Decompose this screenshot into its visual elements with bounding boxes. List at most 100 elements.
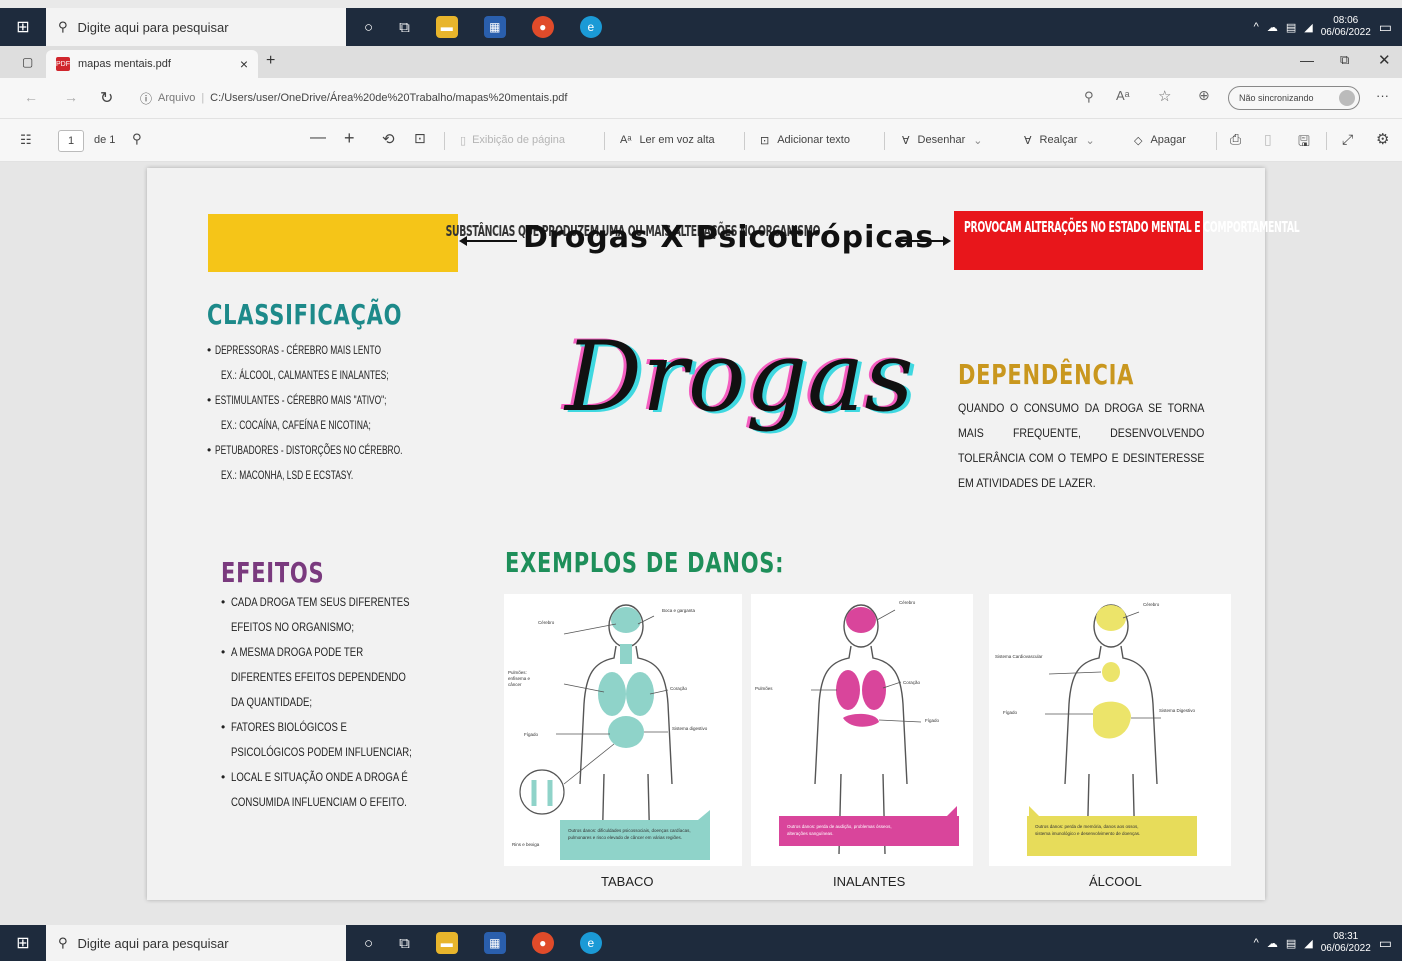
- url-prefix: Arquivo: [158, 92, 196, 104]
- arrow-left-icon: [459, 236, 517, 246]
- dependencia-title: DEPENDÊNCIA: [958, 358, 1135, 391]
- avatar: [1339, 90, 1355, 106]
- network-icon[interactable]: ▤: [1286, 21, 1296, 34]
- task-view-icon[interactable]: ⧉: [399, 935, 410, 952]
- add-text-button[interactable]: ⊡ Adicionar texto: [760, 134, 850, 147]
- cloud-icon[interactable]: ☁: [1267, 21, 1278, 34]
- svg-text:Outros danos: perda de memória: Outros danos: perda de memória, danos ao…: [1035, 824, 1139, 829]
- windows-start-icon[interactable]: ⊞: [0, 925, 46, 961]
- file-explorer-icon[interactable]: ▬: [435, 932, 458, 954]
- add-text-label: Adicionar texto: [777, 134, 850, 146]
- file-explorer-icon[interactable]: ▬: [435, 16, 458, 38]
- clock-time: 08:06: [1333, 15, 1359, 26]
- tab-bar: ▢ PDF mapas mentais.pdf × + — ⧉ ✕: [0, 46, 1402, 78]
- svg-text:alterações sanguíneas.: alterações sanguíneas.: [787, 831, 834, 836]
- page-view-label: Exibição de página: [472, 134, 566, 146]
- refresh-icon[interactable]: ↻: [100, 88, 113, 108]
- highlight-icon: ∀: [1024, 135, 1032, 147]
- store-icon[interactable]: ▦: [483, 932, 506, 954]
- svg-text:Pulmões:: Pulmões:: [508, 670, 527, 675]
- chrome-icon[interactable]: ●: [531, 932, 554, 954]
- draw-button[interactable]: ∀ Desenhar ⌄: [902, 134, 982, 147]
- taskbar-search-input[interactable]: ⚲ Digite aqui para pesquisar: [46, 8, 346, 46]
- address-bar: ← → ↻ ⓘ Arquivo | C:/Users/user/OneDrive…: [0, 78, 1402, 118]
- tab-mapas-mentais[interactable]: PDF mapas mentais.pdf ×: [46, 50, 258, 78]
- volume-icon[interactable]: ◢: [1304, 21, 1312, 34]
- zoom-in-button[interactable]: +: [344, 128, 355, 149]
- profile-label: Não sincronizando: [1239, 93, 1314, 103]
- save-icon[interactable]: 🖫: [1298, 131, 1310, 155]
- contents-icon[interactable]: ☷: [20, 132, 32, 148]
- svg-text:Fígado: Fígado: [1003, 710, 1018, 715]
- pdf-viewer[interactable]: SUBSTÂNCIAS QUE PRODUZEM UMA OU MAIS ALT…: [0, 162, 1402, 925]
- highlight-button[interactable]: ∀ Realçar ⌄: [1024, 134, 1095, 147]
- page-view-button[interactable]: ▯ Exibição de página: [460, 134, 565, 147]
- close-window-icon[interactable]: ✕: [1378, 51, 1391, 69]
- cloud-icon[interactable]: ☁: [1267, 937, 1278, 950]
- profile-button[interactable]: Não sincronizando: [1228, 86, 1360, 110]
- taskbar-search-input[interactable]: ⚲ Digite aqui para pesquisar: [46, 925, 346, 961]
- arrow-right-icon: [895, 236, 951, 246]
- store-icon[interactable]: ▦: [483, 16, 506, 38]
- task-view-icon[interactable]: ⧉: [399, 19, 410, 36]
- tab-actions-icon[interactable]: ▢: [22, 55, 33, 69]
- chevron-down-icon: ⌄: [1085, 135, 1095, 147]
- tray-chevron-icon[interactable]: ^: [1254, 937, 1259, 949]
- page-fit-icon[interactable]: ▯: [1264, 131, 1272, 148]
- cortana-icon[interactable]: ○: [364, 935, 373, 952]
- zoom-out-button[interactable]: —: [310, 129, 326, 147]
- windows-start-icon[interactable]: ⊞: [0, 8, 46, 46]
- clock[interactable]: 08:31 06/06/2022: [1321, 931, 1371, 955]
- efeitos-list: • CADA DROGA TEM SEUS DIFERENTES EFEITOS …: [221, 590, 461, 815]
- back-icon[interactable]: ←: [24, 89, 38, 105]
- minimize-icon[interactable]: —: [1300, 52, 1314, 68]
- notifications-icon[interactable]: ▭: [1379, 935, 1392, 952]
- zoom-icon[interactable]: ⚲: [1084, 89, 1094, 105]
- search-icon: ⚲: [58, 935, 68, 950]
- cortana-icon[interactable]: ○: [364, 19, 373, 36]
- find-icon[interactable]: ⚲: [132, 131, 142, 147]
- header-title: Drogas X Psicotrópicas: [523, 220, 935, 255]
- page-number-input[interactable]: 1: [58, 130, 84, 152]
- svg-text:Coração: Coração: [670, 686, 688, 691]
- edge-icon[interactable]: e: [579, 932, 602, 954]
- read-aloud-label: Ler em voz alta: [639, 134, 715, 146]
- body-diagram-alcool: Outros danos: perda de memória, danos ao…: [995, 602, 1197, 856]
- efeitos-item: • LOCAL E SITUAÇÃO ONDE A DROGA É CONSUMI…: [221, 770, 408, 809]
- svg-text:Outros danos: perda de audição: Outros danos: perda de audição, problema…: [787, 824, 892, 829]
- rotate-icon[interactable]: ⟲: [382, 130, 395, 148]
- chevron-down-icon: ⌄: [973, 135, 983, 147]
- volume-icon[interactable]: ◢: [1304, 937, 1312, 950]
- chrome-icon[interactable]: ●: [531, 16, 554, 38]
- card-alcool: Outros danos: perda de memória, danos ao…: [989, 594, 1231, 866]
- restore-icon[interactable]: ⧉: [1340, 52, 1349, 68]
- big-title: Drogas Drogas Drogas: [562, 320, 918, 435]
- forward-icon[interactable]: →: [64, 89, 78, 105]
- menu-button[interactable]: ···: [1376, 88, 1389, 103]
- collections-icon[interactable]: ⊕: [1198, 87, 1210, 104]
- notifications-icon[interactable]: ▭: [1379, 19, 1392, 36]
- clock[interactable]: 08:06 06/06/2022: [1321, 15, 1371, 39]
- body-diagram-tabaco: Outros danos: dificuldades psicossociais…: [508, 604, 710, 860]
- erase-button[interactable]: ◇ Apagar: [1134, 134, 1186, 147]
- search-icon: ⚲: [58, 19, 68, 34]
- network-icon[interactable]: ▤: [1286, 937, 1296, 950]
- favorite-icon[interactable]: ☆: [1158, 87, 1171, 105]
- classificacao-list: • DEPRESSORAS - CÉREBRO MAIS LENTO EX.: …: [207, 338, 487, 488]
- read-mode-icon[interactable]: Aᵃ: [1116, 88, 1130, 103]
- url-field[interactable]: ⓘ Arquivo | C:/Users/user/OneDrive/Área%…: [140, 86, 1080, 110]
- settings-icon[interactable]: ⚙: [1376, 130, 1389, 148]
- read-aloud-button[interactable]: Aᵃ Ler em voz alta: [620, 134, 715, 146]
- edge-icon[interactable]: e: [579, 16, 602, 38]
- svg-text:Fígado: Fígado: [925, 718, 940, 723]
- svg-text:câncer: câncer: [508, 682, 522, 687]
- card-label-alcool: ÁLCOOL: [1089, 874, 1142, 889]
- new-tab-button[interactable]: +: [266, 52, 275, 70]
- print-icon[interactable]: ⎙: [1230, 131, 1241, 148]
- efeitos-title: EFEITOS: [221, 556, 325, 589]
- clock-time: 08:31: [1333, 931, 1359, 942]
- fit-page-icon[interactable]: ⊡: [414, 130, 426, 147]
- tray-chevron-icon[interactable]: ^: [1254, 21, 1259, 33]
- tab-close-button[interactable]: ×: [240, 56, 248, 72]
- fullscreen-icon[interactable]: ⤢: [1342, 131, 1353, 148]
